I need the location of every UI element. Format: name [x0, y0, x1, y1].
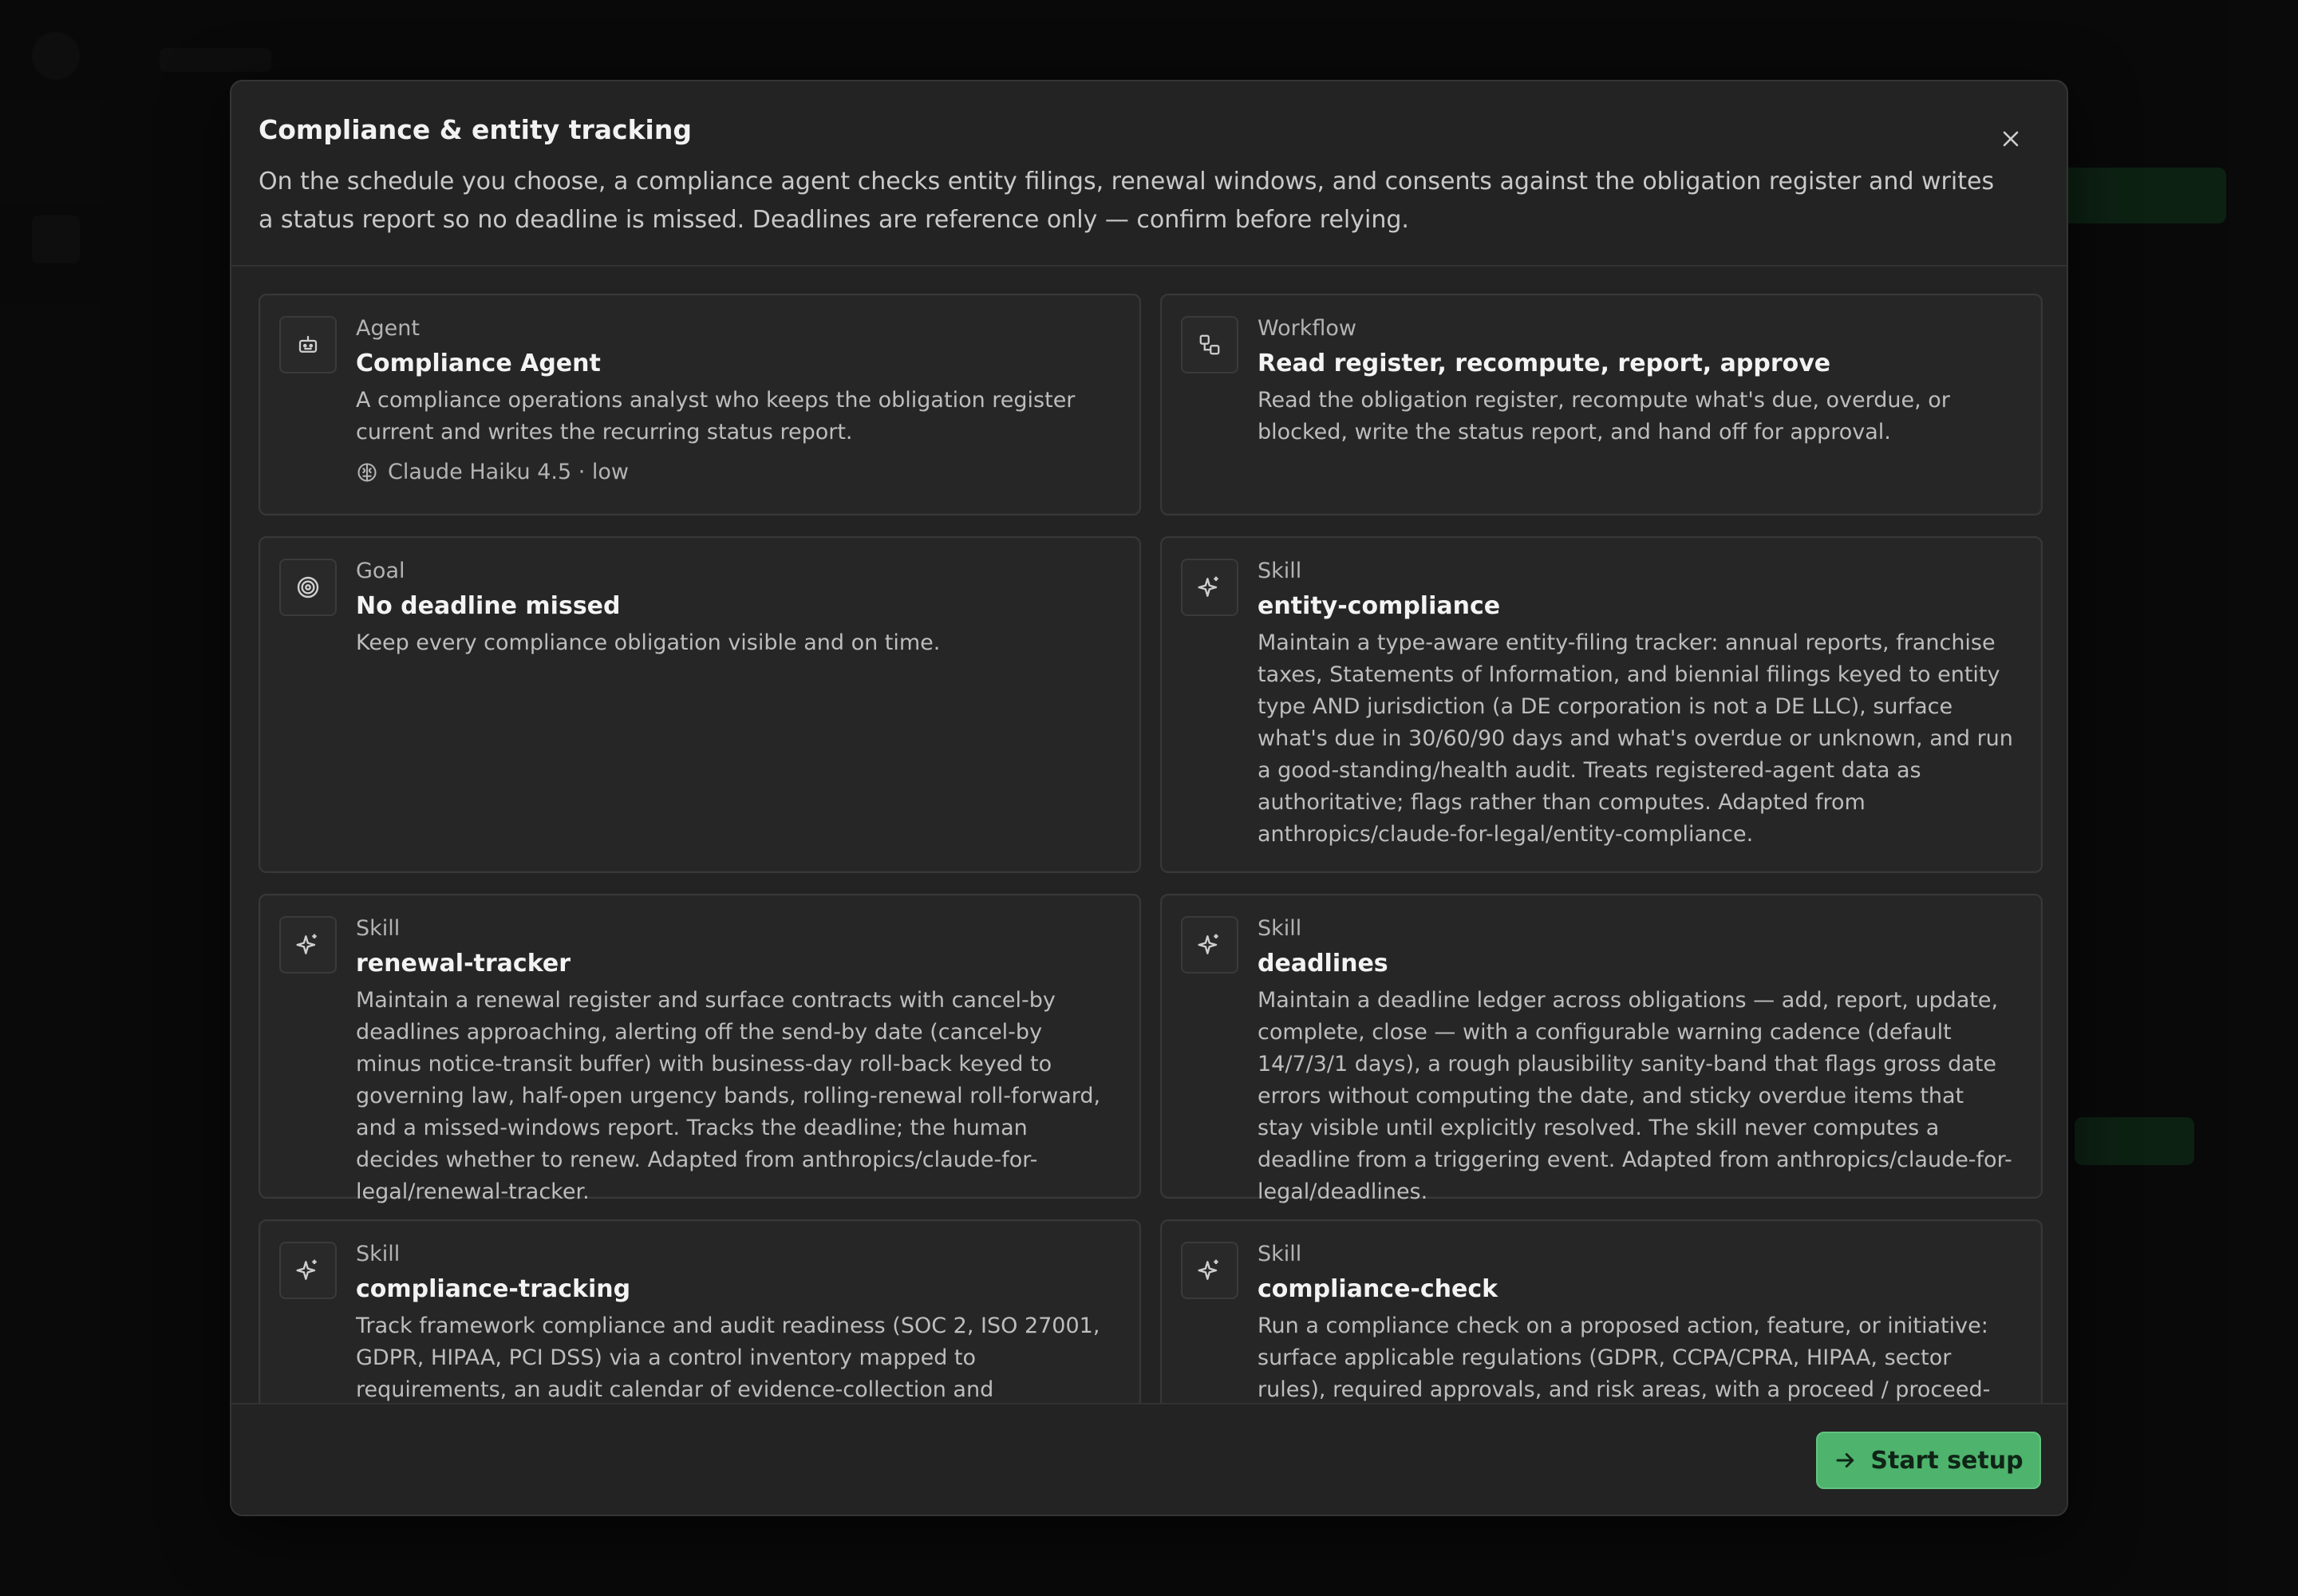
- card-goal[interactable]: Goal No deadline missed Keep every compl…: [259, 536, 1141, 873]
- model-label: Claude Haiku 4.5 · low: [388, 460, 629, 484]
- card-skill-entity-compliance[interactable]: Skill entity-compliance Maintain a type-…: [1160, 536, 2043, 873]
- card-description: Read the obligation register, recompute …: [1258, 388, 1950, 444]
- dialog-description: On the schedule you choose, a compliance…: [259, 168, 1995, 234]
- card-name: compliance-tracking: [356, 1275, 631, 1303]
- model-info: Claude Haiku 4.5 · low: [356, 456, 1112, 488]
- dialog-body[interactable]: Agent Compliance Agent A compliance oper…: [231, 268, 2067, 1486]
- card-kind: Agent: [356, 316, 420, 341]
- close-icon: [2003, 131, 2019, 147]
- card-description: Maintain a deadline ledger across obliga…: [1258, 988, 2012, 1204]
- card-description: A compliance operations analyst who keep…: [356, 388, 1076, 444]
- card-kind: Goal: [356, 559, 405, 583]
- dialog-title: Compliance & entity tracking: [259, 114, 692, 145]
- close-button[interactable]: [1995, 123, 2027, 155]
- card-name: Compliance Agent: [356, 350, 601, 377]
- card-agent[interactable]: Agent Compliance Agent A compliance oper…: [259, 294, 1141, 516]
- target-icon: [297, 576, 319, 598]
- sparkle-icon: [1198, 1259, 1218, 1280]
- sparkle-icon: [296, 1259, 317, 1280]
- sparkle-icon: [1198, 576, 1218, 597]
- setup-dialog: Compliance & entity tracking On the sche…: [230, 80, 2068, 1516]
- card-kind: Skill: [356, 1242, 401, 1266]
- dialog-header: Compliance & entity tracking On the sche…: [231, 81, 2067, 267]
- card-description: Maintain a renewal register and surface …: [356, 988, 1101, 1204]
- start-setup-button[interactable]: Start setup: [1816, 1432, 2041, 1489]
- start-setup-label: Start setup: [1870, 1446, 2024, 1475]
- card-name: compliance-check: [1258, 1275, 1498, 1303]
- card-kind: Skill: [1258, 559, 1302, 583]
- workflow-icon: [1199, 334, 1220, 355]
- card-name: No deadline missed: [356, 592, 621, 620]
- card-description: Keep every compliance obligation visible…: [356, 630, 941, 655]
- card-workflow[interactable]: Workflow Read register, recompute, repor…: [1160, 294, 2043, 516]
- sparkle-icon: [296, 934, 317, 954]
- robot-icon: [298, 335, 318, 353]
- brain-icon: [357, 463, 377, 482]
- arrow-right-icon: [1836, 1453, 1854, 1468]
- card-name: renewal-tracker: [356, 950, 571, 978]
- card-kind: Skill: [1258, 916, 1302, 941]
- card-skill-renewal-tracker[interactable]: Skill renewal-tracker Maintain a renewal…: [259, 894, 1141, 1204]
- dialog-footer: Start setup: [231, 1403, 2067, 1515]
- card-description: Maintain a type-aware entity-filing trac…: [1258, 630, 2013, 847]
- card-name: entity-compliance: [1258, 592, 1501, 620]
- card-name: Read register, recompute, report, approv…: [1258, 350, 1831, 377]
- card-kind: Skill: [356, 916, 401, 941]
- card-kind: Workflow: [1258, 316, 1356, 341]
- card-name: deadlines: [1258, 950, 1388, 978]
- card-kind: Skill: [1258, 1242, 1302, 1266]
- card-skill-deadlines[interactable]: Skill deadlines Maintain a deadline ledg…: [1160, 894, 2043, 1204]
- sparkle-icon: [1198, 934, 1218, 954]
